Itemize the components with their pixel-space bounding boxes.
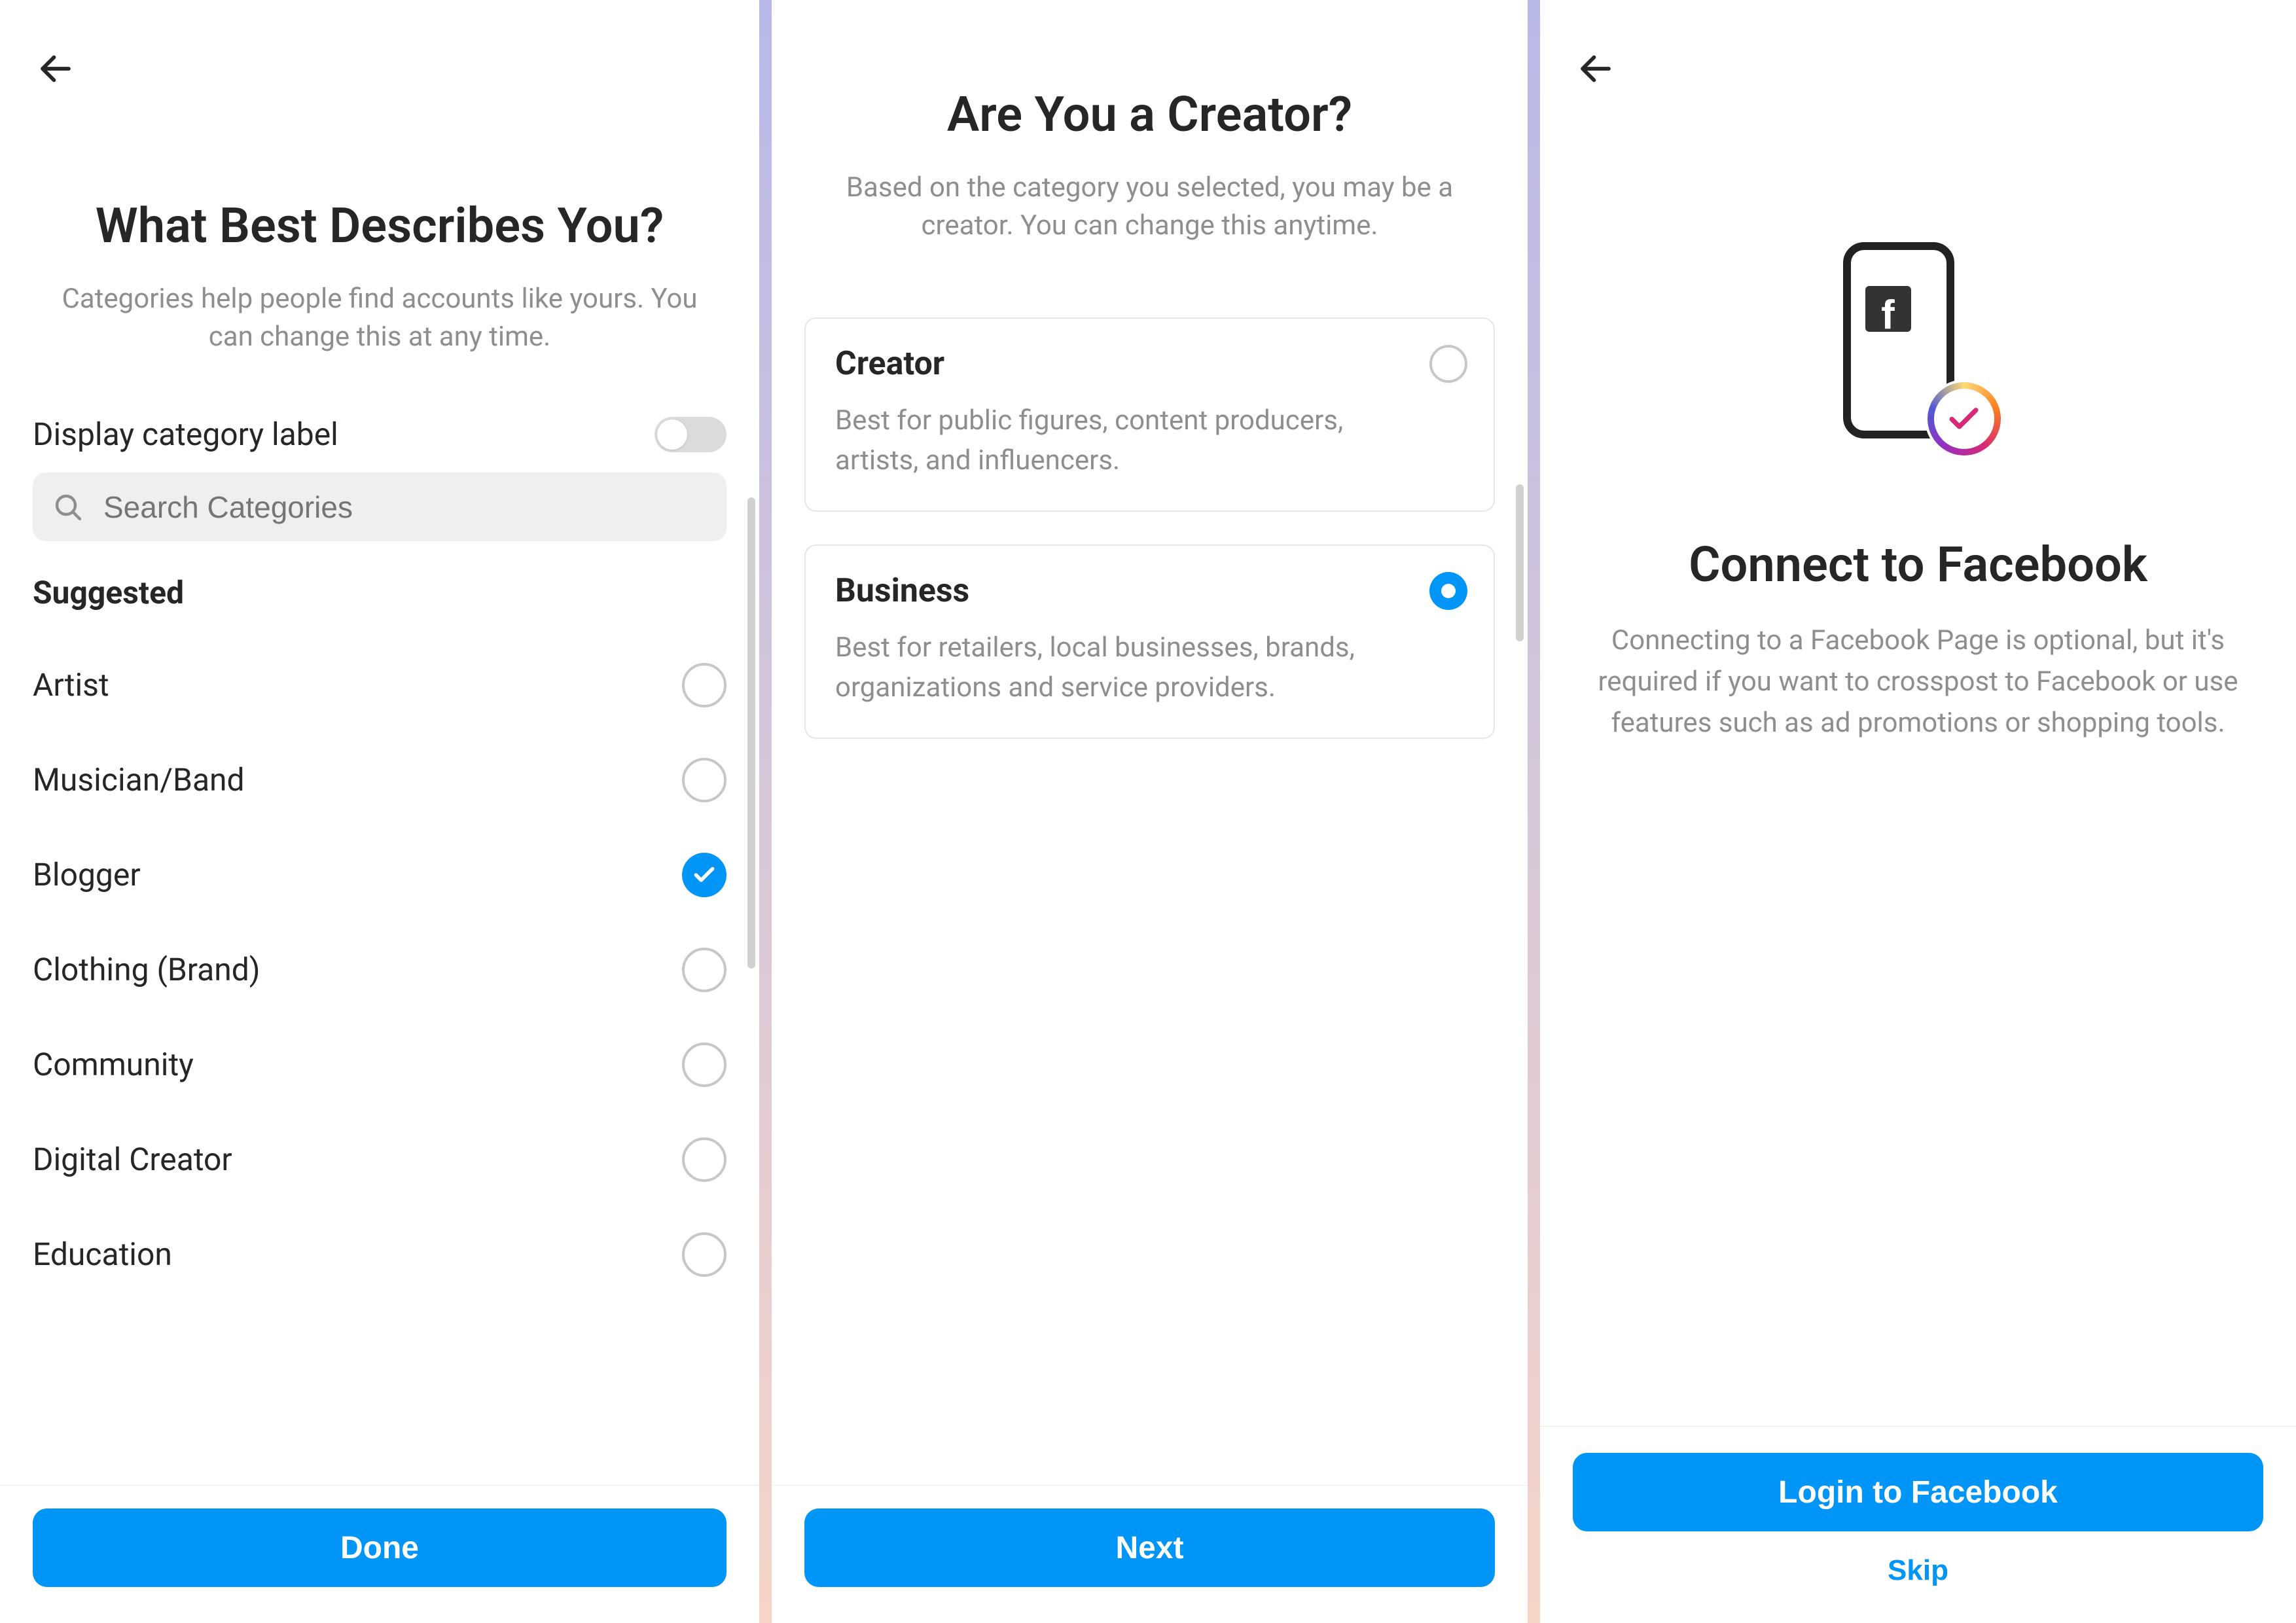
done-button[interactable]: Done bbox=[33, 1508, 726, 1587]
account-type-card[interactable]: Creator Best for public figures, content … bbox=[804, 317, 1495, 512]
search-input[interactable] bbox=[103, 490, 707, 525]
category-item[interactable]: Digital Creator bbox=[33, 1112, 726, 1207]
page-subtitle: Connecting to a Facebook Page is optiona… bbox=[1579, 620, 2257, 743]
next-button[interactable]: Next bbox=[804, 1508, 1495, 1587]
account-type-options: Creator Best for public figures, content … bbox=[772, 245, 1528, 1485]
check-badge bbox=[1925, 380, 2003, 458]
category-item[interactable]: Community bbox=[33, 1017, 726, 1112]
suggested-header: Suggested bbox=[33, 574, 726, 611]
category-label: Artist bbox=[33, 666, 109, 704]
radio-selected-icon bbox=[682, 853, 726, 897]
category-item[interactable]: Musician/Band bbox=[33, 732, 726, 827]
toggle-label: Display category label bbox=[33, 416, 338, 453]
radio-empty-icon bbox=[682, 948, 726, 992]
arrow-left-icon bbox=[36, 49, 75, 88]
radio-empty-icon bbox=[682, 663, 726, 707]
radio-empty-icon bbox=[682, 1137, 726, 1182]
category-item[interactable]: Clothing (Brand) bbox=[33, 922, 726, 1017]
category-label: Community bbox=[33, 1046, 194, 1083]
page-title: Are You a Creator? bbox=[811, 85, 1488, 146]
login-facebook-button[interactable]: Login to Facebook bbox=[1573, 1453, 2263, 1531]
scrollbar[interactable] bbox=[747, 497, 755, 969]
category-label: Clothing (Brand) bbox=[33, 951, 260, 988]
search-icon bbox=[52, 491, 84, 523]
category-label: Education bbox=[33, 1236, 172, 1273]
card-description: Best for public figures, content produce… bbox=[835, 401, 1464, 481]
account-type-card[interactable]: Business Best for retailers, local busine… bbox=[804, 544, 1495, 739]
radio-empty-icon bbox=[682, 1232, 726, 1277]
search-field[interactable] bbox=[33, 473, 726, 541]
facebook-icon bbox=[1865, 286, 1911, 332]
scrollbar[interactable] bbox=[1516, 484, 1524, 641]
connect-illustration bbox=[1843, 242, 1994, 452]
card-title: Creator bbox=[835, 345, 1464, 383]
category-item[interactable]: Education bbox=[33, 1207, 726, 1302]
category-label: Digital Creator bbox=[33, 1141, 232, 1178]
checkmark-icon bbox=[1946, 401, 1982, 437]
category-label: Blogger bbox=[33, 856, 141, 893]
category-item[interactable]: Artist bbox=[33, 637, 726, 732]
category-item[interactable]: Blogger bbox=[33, 827, 726, 922]
page-title: What Best Describes You? bbox=[39, 196, 720, 257]
radio-empty-icon bbox=[1429, 345, 1467, 383]
radio-empty-icon bbox=[682, 758, 726, 802]
toggle-knob bbox=[657, 419, 687, 450]
page-title: Connect to Facebook bbox=[1689, 537, 2147, 594]
page-subtitle: Based on the category you selected, you … bbox=[811, 169, 1488, 246]
card-description: Best for retailers, local businesses, br… bbox=[835, 628, 1464, 708]
back-button[interactable] bbox=[33, 46, 79, 92]
category-label: Musician/Band bbox=[33, 761, 245, 798]
skip-button[interactable]: Skip bbox=[1573, 1554, 2263, 1587]
category-list: Artist Musician/Band Blogger Clothing (Bran… bbox=[33, 637, 726, 1302]
back-button[interactable] bbox=[1573, 46, 1619, 92]
page-subtitle: Categories help people find accounts lik… bbox=[39, 280, 720, 357]
card-title: Business bbox=[835, 572, 1464, 610]
display-category-toggle[interactable] bbox=[655, 417, 726, 452]
radio-empty-icon bbox=[682, 1043, 726, 1087]
radio-selected-icon bbox=[1429, 572, 1467, 610]
arrow-left-icon bbox=[1576, 49, 1615, 88]
